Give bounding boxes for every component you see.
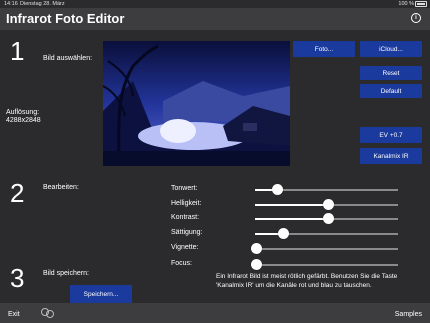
slider-thumb[interactable] xyxy=(251,243,262,254)
status-time: 14:16 xyxy=(4,1,18,7)
app-title: Infrarot Foto Editor xyxy=(6,11,125,26)
slider-fill xyxy=(255,218,327,220)
exit-button[interactable]: Exit xyxy=(8,311,20,318)
slider-label: Tonwert: xyxy=(171,185,198,192)
battery-icon xyxy=(415,1,427,7)
step-1-number: 1 xyxy=(10,36,25,66)
step-3-number: 3 xyxy=(10,263,25,293)
icloud-button[interactable]: iCloud... xyxy=(360,41,422,57)
info-note: Ein Infrarot Bild ist meist rötlich gefä… xyxy=(216,273,398,289)
step-2-number: 2 xyxy=(10,178,25,208)
slider-track[interactable] xyxy=(255,264,398,266)
slider-label: Kontrast: xyxy=(171,214,200,221)
slider-thumb[interactable] xyxy=(322,199,334,210)
bottom-bar xyxy=(0,303,430,323)
status-bar: 14:16 Dienstag 28. März 100 % xyxy=(0,0,430,8)
slider-thumb[interactable] xyxy=(278,228,290,239)
resolution-value: 4288x2848 xyxy=(6,117,41,124)
reset-button[interactable]: Reset xyxy=(360,66,422,80)
select-image-label: Bild auswählen: xyxy=(43,55,93,62)
save-button[interactable]: Speichern... xyxy=(70,285,132,303)
status-battery: 100 % xyxy=(398,1,414,7)
info-icon[interactable]: i xyxy=(411,13,421,23)
save-image-label: Bild speichern: xyxy=(43,270,89,277)
link-icon[interactable] xyxy=(40,307,56,319)
slider-thumb[interactable] xyxy=(322,213,334,224)
slider-thumb[interactable] xyxy=(272,184,284,195)
channel-mix-button[interactable]: Kanalmix IR xyxy=(360,148,422,164)
photo-button[interactable]: Foto... xyxy=(293,41,355,57)
slider-track[interactable] xyxy=(255,248,398,250)
slider-label: Vignette: xyxy=(171,244,199,251)
status-date: Dienstag 28. März xyxy=(20,1,65,7)
samples-button[interactable]: Samples xyxy=(395,311,422,318)
slider-label: Helligkeit: xyxy=(171,200,202,207)
edit-label: Bearbeiten: xyxy=(43,184,79,191)
slider-thumb[interactable] xyxy=(251,259,262,270)
default-button[interactable]: Default xyxy=(360,84,422,98)
slider-label: Focus: xyxy=(171,260,193,267)
slider-fill xyxy=(255,204,327,206)
ev-button[interactable]: EV +0.7 xyxy=(360,127,422,143)
slider-label: Sättigung: xyxy=(171,229,203,236)
resolution-label: Auflösung: xyxy=(6,109,40,116)
photo-preview xyxy=(103,41,290,166)
